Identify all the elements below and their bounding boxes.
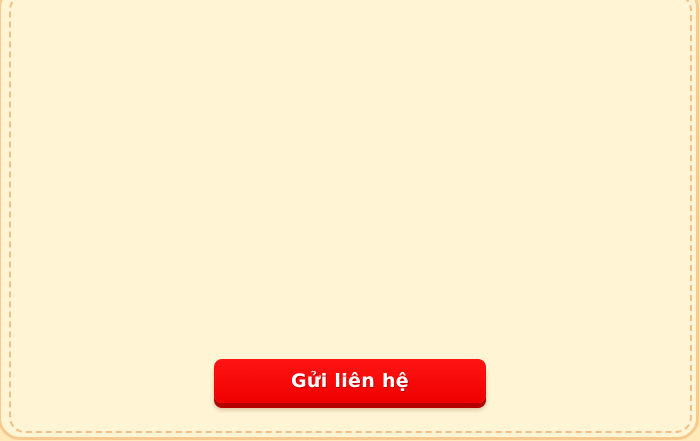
send-contact-button[interactable]: Gửi liên hệ — [214, 359, 486, 403]
